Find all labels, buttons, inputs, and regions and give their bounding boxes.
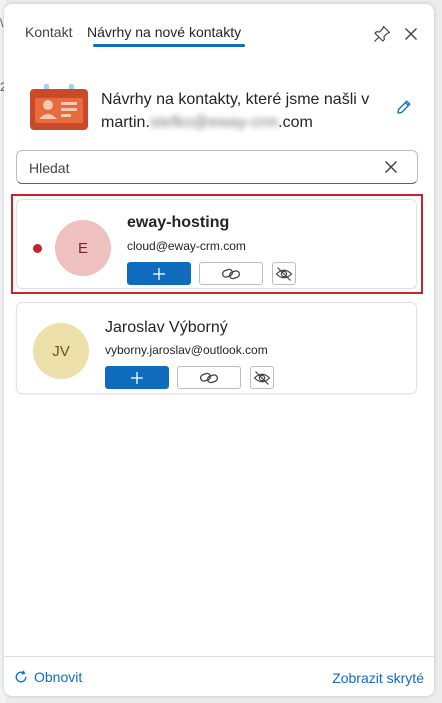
refresh-button[interactable]: Obnovit	[14, 669, 82, 685]
contact-card-icon	[30, 84, 88, 130]
plus-icon	[131, 371, 143, 384]
search-input[interactable]	[27, 157, 371, 179]
contact-card[interactable]: E eway-hosting cloud@eway-crm.com	[16, 199, 417, 289]
avatar: E	[55, 220, 111, 276]
avatar: JV	[33, 323, 89, 379]
contact-name: eway-hosting	[127, 214, 230, 231]
unread-indicator	[33, 244, 42, 253]
add-contact-button[interactable]	[105, 366, 169, 389]
close-icon[interactable]	[401, 24, 421, 44]
clear-search-icon[interactable]	[383, 159, 399, 175]
refresh-label: Obnovit	[34, 669, 83, 685]
active-tab-indicator	[93, 44, 245, 47]
eye-off-icon	[275, 266, 293, 281]
tab-contact-suggestions[interactable]: Návrhy na nové kontakty	[87, 24, 241, 40]
show-hidden-link[interactable]: Zobrazit skryté	[332, 670, 424, 686]
background-glyph: \	[0, 16, 4, 30]
search-box	[16, 150, 418, 184]
mailbox-address-suffix: .com	[278, 114, 313, 131]
hide-contact-button[interactable]	[250, 366, 274, 389]
plus-icon	[153, 267, 165, 280]
link-contact-button[interactable]	[177, 366, 241, 389]
mailbox-address-prefix: martin.	[101, 114, 150, 131]
footer-divider	[4, 656, 434, 657]
eye-off-icon	[253, 370, 271, 385]
contact-name: Jaroslav Výborný	[105, 319, 228, 336]
description-line-1: Návrhy na kontakty, které jsme našli v	[101, 91, 370, 108]
contact-email: cloud@eway-crm.com	[127, 239, 246, 253]
mailbox-address-blurred: stefko@eway-crm	[149, 114, 279, 131]
link-contact-button[interactable]	[199, 262, 263, 285]
refresh-icon	[15, 670, 27, 683]
contact-suggestions-panel: Kontakt Návrhy na nové kontakty Návrhy n…	[4, 4, 434, 696]
contact-card[interactable]: JV Jaroslav Výborný vyborny.jaroslav@out…	[16, 302, 417, 394]
link-icon	[199, 372, 219, 383]
suggestions-description: Návrhy na kontakty, které jsme našli v m…	[101, 88, 381, 134]
add-contact-button[interactable]	[127, 262, 191, 285]
pencil-icon[interactable]	[396, 99, 412, 115]
pin-icon[interactable]	[372, 24, 392, 44]
link-icon	[221, 268, 241, 279]
hide-contact-button[interactable]	[272, 262, 296, 285]
tab-contact[interactable]: Kontakt	[25, 24, 72, 40]
contact-email: vyborny.jaroslav@outlook.com	[105, 343, 268, 357]
